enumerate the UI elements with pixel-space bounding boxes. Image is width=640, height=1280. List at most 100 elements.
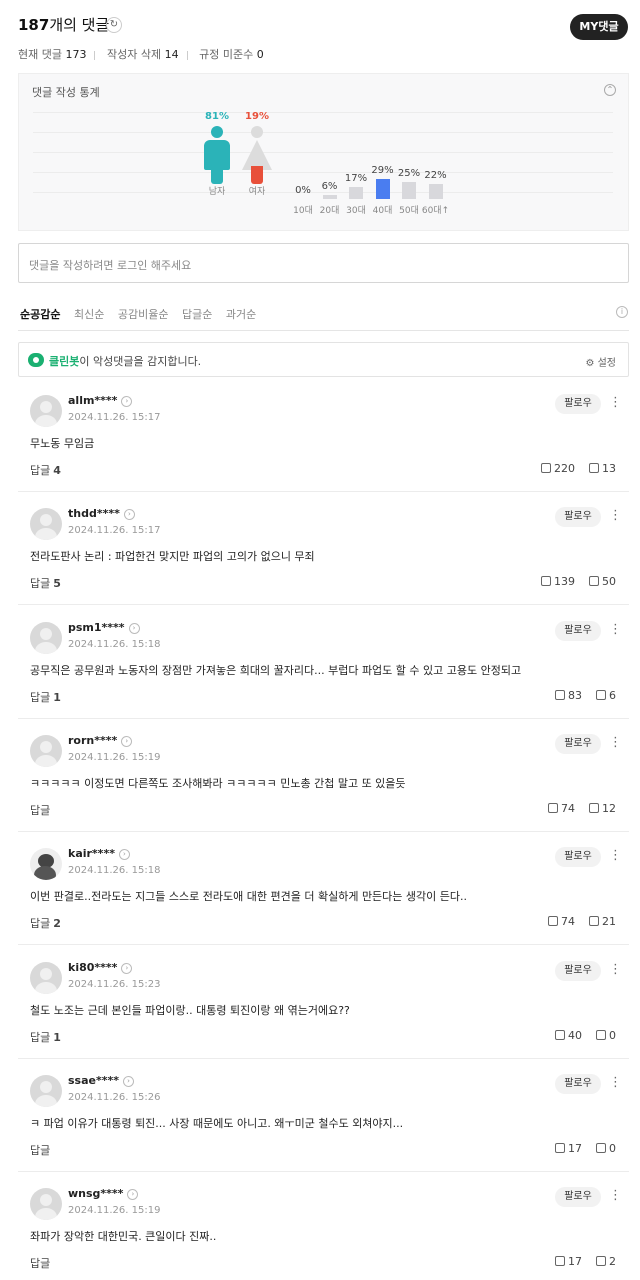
- more-options-icon[interactable]: ⋮: [609, 734, 622, 752]
- dislike-count: 12: [602, 802, 616, 815]
- reply-label[interactable]: 답글: [30, 917, 50, 930]
- dislike-button[interactable]: 12: [589, 802, 616, 815]
- comment-username[interactable]: rorn**** ›: [68, 734, 133, 747]
- reply-label[interactable]: 답글: [30, 577, 50, 590]
- chevron-right-icon[interactable]: ›: [123, 508, 135, 520]
- follow-button[interactable]: 팔로우: [555, 847, 601, 867]
- collapse-icon[interactable]: ⌃: [604, 84, 616, 96]
- reply-label[interactable]: 답글: [30, 1031, 50, 1044]
- reply-count[interactable]: 5: [53, 577, 61, 590]
- reply-button[interactable]: 답글 2: [30, 915, 61, 931]
- more-options-icon[interactable]: ⋮: [609, 961, 622, 979]
- reply-button[interactable]: 답글 5: [30, 575, 61, 591]
- reply-button[interactable]: 답글 1: [30, 689, 61, 705]
- follow-button[interactable]: 팔로우: [555, 1187, 601, 1207]
- reply-count[interactable]: 1: [53, 691, 61, 704]
- username-text[interactable]: allm****: [68, 394, 117, 407]
- tab-sort-likes[interactable]: 순공감순: [20, 308, 60, 321]
- follow-button[interactable]: 팔로우: [555, 621, 601, 641]
- like-button[interactable]: 74: [548, 915, 575, 928]
- comment-input[interactable]: 댓글을 작성하려면 로그인 해주세요: [18, 243, 629, 283]
- like-button[interactable]: 17: [555, 1255, 582, 1268]
- chevron-right-icon[interactable]: ›: [123, 1075, 134, 1087]
- dislike-button[interactable]: 0: [596, 1029, 616, 1042]
- username-text[interactable]: rorn****: [68, 734, 117, 747]
- more-options-icon[interactable]: ⋮: [609, 394, 622, 412]
- chevron-right-icon[interactable]: ›: [121, 735, 133, 747]
- reply-count[interactable]: 1: [53, 1031, 61, 1044]
- more-options-icon[interactable]: ⋮: [609, 1074, 622, 1092]
- reply-button[interactable]: 답글: [30, 1142, 53, 1158]
- cleanbot-settings-button[interactable]: ⚙ 설정: [585, 354, 616, 369]
- comment-username[interactable]: ssae**** ›: [68, 1074, 134, 1087]
- tab-sort-ratio[interactable]: 공감비율순: [118, 308, 169, 321]
- follow-button[interactable]: 팔로우: [555, 507, 601, 527]
- comment-username[interactable]: allm**** ›: [68, 394, 133, 407]
- reply-button[interactable]: 답글: [30, 802, 53, 818]
- username-text[interactable]: thdd****: [68, 507, 120, 520]
- reply-count[interactable]: 4: [53, 464, 61, 477]
- username-text[interactable]: kair****: [68, 847, 115, 860]
- age-bar: [402, 181, 416, 199]
- username-text[interactable]: ssae****: [68, 1074, 119, 1087]
- follow-button[interactable]: 팔로우: [555, 961, 601, 981]
- thumbs-down-icon: [589, 463, 599, 473]
- username-text[interactable]: wnsg****: [68, 1187, 123, 1200]
- tab-sort-latest[interactable]: 최신순: [74, 308, 104, 321]
- comment-username[interactable]: thdd**** ›: [68, 507, 135, 520]
- reply-button[interactable]: 답글 1: [30, 1029, 61, 1045]
- refresh-icon[interactable]: ↻: [106, 17, 122, 33]
- dislike-button[interactable]: 50: [589, 575, 616, 588]
- reply-button[interactable]: 답글 4: [30, 462, 61, 478]
- comment-text: 이번 판결로..전라도는 지그들 스스로 전라도애 대한 편견을 더 확실하게 …: [30, 890, 468, 903]
- dislike-button[interactable]: 6: [596, 689, 616, 702]
- tab-sort-oldest[interactable]: 과거순: [226, 308, 256, 321]
- chevron-right-icon[interactable]: ›: [121, 395, 133, 407]
- avatar[interactable]: [30, 622, 62, 654]
- comment-username[interactable]: kair**** ›: [68, 847, 130, 860]
- dislike-button[interactable]: 13: [589, 462, 616, 475]
- chevron-right-icon[interactable]: ›: [118, 848, 130, 860]
- tab-sort-replies[interactable]: 답글순: [182, 308, 212, 321]
- avatar[interactable]: [30, 1188, 62, 1220]
- more-options-icon[interactable]: ⋮: [609, 1187, 622, 1205]
- avatar[interactable]: [30, 962, 62, 994]
- reply-label[interactable]: 답글: [30, 464, 50, 477]
- like-button[interactable]: 74: [548, 802, 575, 815]
- dislike-button[interactable]: 21: [589, 915, 616, 928]
- follow-button[interactable]: 팔로우: [555, 394, 601, 414]
- reply-label[interactable]: 답글: [30, 1144, 50, 1157]
- reply-button[interactable]: 답글: [30, 1255, 53, 1271]
- chevron-right-icon[interactable]: ›: [127, 1188, 139, 1200]
- comment-username[interactable]: ki80**** ›: [68, 961, 133, 974]
- username-text[interactable]: psm1****: [68, 621, 125, 634]
- avatar[interactable]: [30, 1075, 62, 1107]
- chevron-right-icon[interactable]: ›: [128, 622, 140, 634]
- like-button[interactable]: 17: [555, 1142, 582, 1155]
- avatar[interactable]: [30, 395, 62, 427]
- follow-button[interactable]: 팔로우: [555, 734, 601, 754]
- my-comments-button[interactable]: MY댓글: [570, 14, 628, 40]
- more-options-icon[interactable]: ⋮: [609, 507, 622, 525]
- info-icon[interactable]: i: [616, 306, 628, 318]
- reply-label[interactable]: 답글: [30, 1257, 50, 1270]
- follow-button[interactable]: 팔로우: [555, 1074, 601, 1094]
- reply-label[interactable]: 답글: [30, 691, 50, 704]
- comment-username[interactable]: wnsg**** ›: [68, 1187, 139, 1200]
- chevron-right-icon[interactable]: ›: [121, 962, 133, 974]
- comment-username[interactable]: psm1**** ›: [68, 621, 140, 634]
- like-button[interactable]: 83: [555, 689, 582, 702]
- reply-label[interactable]: 답글: [30, 804, 50, 817]
- avatar[interactable]: [30, 848, 62, 880]
- avatar[interactable]: [30, 735, 62, 767]
- more-options-icon[interactable]: ⋮: [609, 621, 622, 639]
- username-text[interactable]: ki80****: [68, 961, 117, 974]
- more-options-icon[interactable]: ⋮: [609, 847, 622, 865]
- like-button[interactable]: 139: [541, 575, 575, 588]
- like-button[interactable]: 220: [541, 462, 575, 475]
- dislike-button[interactable]: 0: [596, 1142, 616, 1155]
- dislike-button[interactable]: 2: [596, 1255, 616, 1268]
- reply-count[interactable]: 2: [53, 917, 61, 930]
- avatar[interactable]: [30, 508, 62, 540]
- like-button[interactable]: 40: [555, 1029, 582, 1042]
